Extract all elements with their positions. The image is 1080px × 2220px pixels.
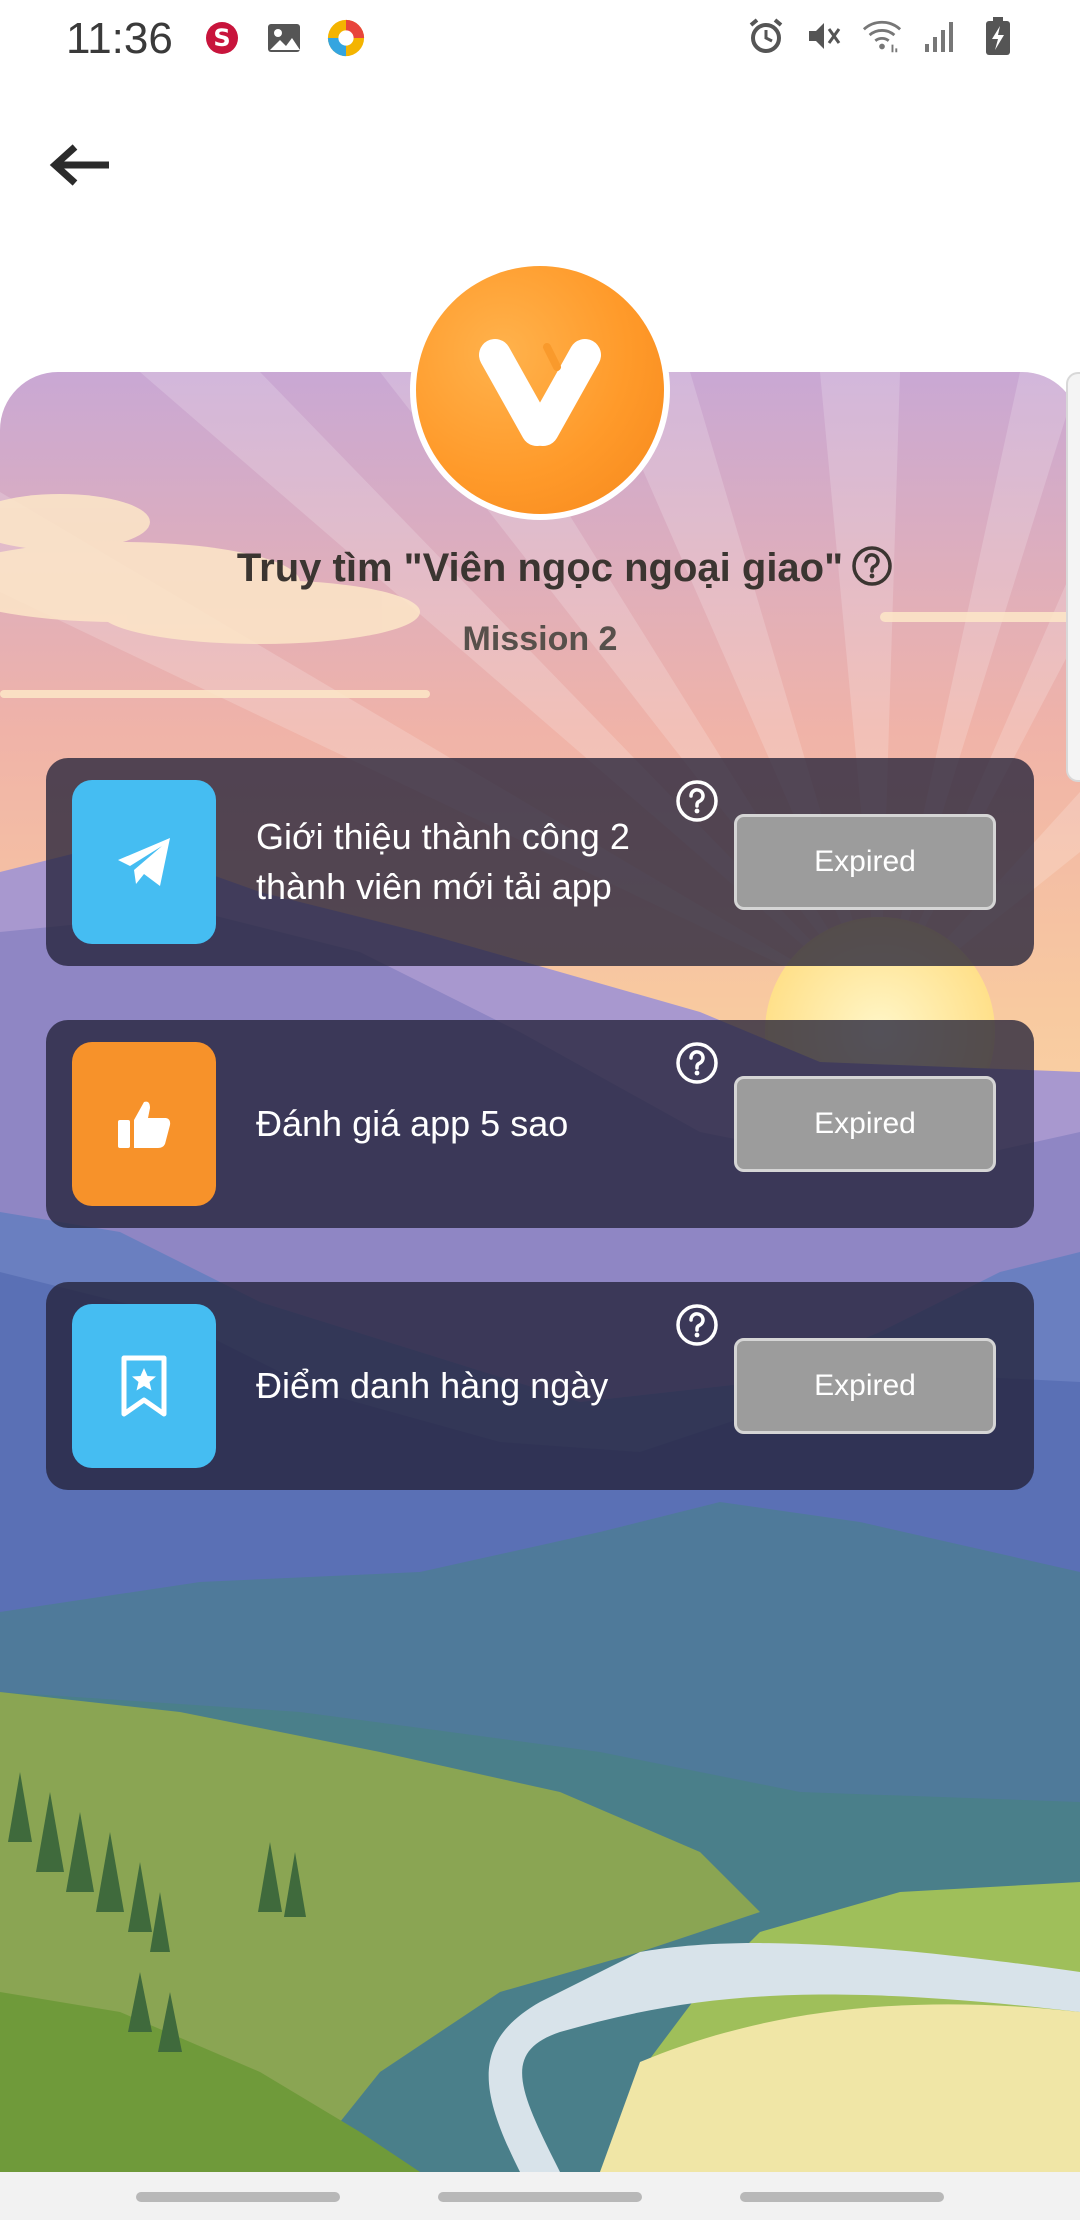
alarm-icon (746, 16, 786, 56)
signal-icon (920, 16, 960, 56)
task-icon-box (72, 1042, 216, 1206)
v-logo-icon (416, 266, 664, 514)
bookmark-star-icon (121, 1355, 167, 1417)
gallery-icon (264, 18, 304, 58)
paper-plane-icon (118, 838, 170, 886)
mission-subtitle: Mission 2 (462, 620, 618, 658)
svg-text:S: S (213, 24, 230, 52)
mute-icon (804, 16, 844, 56)
question-circle-icon[interactable] (674, 1040, 720, 1086)
nav-home-button[interactable] (438, 2192, 642, 2202)
task-icon-box (72, 780, 216, 944)
nav-recents-button[interactable] (136, 2192, 340, 2202)
expired-button[interactable]: Expired (734, 1076, 996, 1172)
task-card: Đánh giá app 5 sao Expired (46, 1020, 1034, 1228)
nav-back-button[interactable] (740, 2192, 944, 2202)
mission-logo (410, 260, 670, 520)
thumbs-up-icon (118, 1101, 171, 1148)
task-label: Giới thiệu thành công 2 thành viên mới t… (256, 816, 630, 907)
task-label: Đánh giá app 5 sao (256, 1103, 569, 1144)
browser-icon (326, 18, 366, 58)
expired-button[interactable]: Expired (734, 1338, 996, 1434)
task-card: Giới thiệu thành công 2 thành viên mới t… (46, 758, 1034, 966)
mission-title: Truy tìm "Viên ngọc ngoại giao" (236, 546, 844, 590)
wifi-icon (862, 16, 902, 56)
status-bar: 11:36 S (0, 0, 1080, 80)
expired-button[interactable]: Expired (734, 814, 996, 910)
status-time: 11:36 (66, 14, 173, 63)
question-circle-icon[interactable] (850, 544, 894, 588)
status-icons-right (746, 16, 1018, 56)
battery-icon (978, 16, 1018, 56)
task-icon-box (72, 1304, 216, 1468)
back-arrow-icon (49, 144, 109, 186)
status-icons-left: S (202, 18, 366, 58)
s-app-icon: S (202, 18, 242, 58)
question-circle-icon[interactable] (674, 1302, 720, 1348)
task-label: Điểm danh hàng ngày (256, 1365, 609, 1406)
back-button[interactable] (40, 130, 120, 200)
navigation-bar (0, 2172, 1080, 2220)
question-circle-icon[interactable] (674, 778, 720, 824)
task-card: Điểm danh hàng ngày Expired (46, 1282, 1034, 1490)
